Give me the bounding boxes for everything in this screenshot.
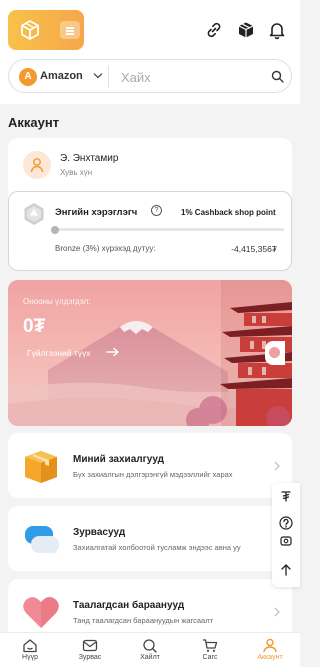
menu-item-title: Миний захиалгууд xyxy=(73,454,165,465)
nav-cart[interactable]: Сагс xyxy=(180,636,240,667)
level-progress-bar xyxy=(51,225,284,234)
help-icon[interactable]: ? xyxy=(151,205,162,216)
mail-icon xyxy=(82,639,98,652)
menu-item-subtitle: Бүх захиалгын дэлгэрэнгүй мэдээллийг хар… xyxy=(73,470,233,479)
nav-label: Аккаунт xyxy=(257,654,283,661)
store-selector[interactable]: Amazon xyxy=(40,70,83,82)
help-icon[interactable] xyxy=(279,516,293,530)
nav-label: Сагс xyxy=(202,654,218,661)
side-tab[interactable] xyxy=(265,341,285,365)
tugrik-icon[interactable] xyxy=(279,489,293,503)
chat-bubbles-icon xyxy=(25,526,59,555)
next-level-note: Bronze (3%) хүрэхэд дутуу: xyxy=(55,244,156,253)
arrow-up-icon[interactable] xyxy=(279,563,293,577)
menu-button[interactable] xyxy=(60,21,80,39)
balance-value: 0₮ xyxy=(23,316,46,337)
top-bar: A Amazon xyxy=(0,0,300,104)
app-logo[interactable] xyxy=(8,10,84,50)
bell-icon[interactable] xyxy=(267,20,287,40)
nav-messages[interactable]: Зурвас xyxy=(60,636,120,667)
user-icon xyxy=(30,158,44,173)
chevron-right-icon xyxy=(274,461,280,471)
transaction-history-link[interactable]: Гүйлгээний түүх xyxy=(27,348,91,358)
menu-item-subtitle: Танд таалагдсан бараануудын жагсаалт xyxy=(73,616,214,625)
level-badge-icon xyxy=(24,203,44,225)
search-input[interactable] xyxy=(121,65,261,89)
floating-action-rail xyxy=(272,483,300,587)
chevron-down-icon[interactable] xyxy=(93,72,103,80)
user-role: Хувь хүн xyxy=(60,168,93,177)
user-icon xyxy=(263,638,277,653)
menu-item-title: Зурвасууд xyxy=(73,527,126,538)
nav-label: Хайлт xyxy=(140,654,160,661)
chevron-right-icon xyxy=(274,607,280,617)
link-icon[interactable] xyxy=(204,20,224,40)
home-icon xyxy=(23,639,37,653)
nav-account[interactable]: Аккаунт xyxy=(240,636,300,667)
membership-level-box[interactable]: Энгийн хэрэглэгч ? 1% Cashback shop poin… xyxy=(8,191,292,271)
side-tab-dot xyxy=(269,347,280,358)
box-icon[interactable] xyxy=(236,20,256,40)
level-name: Энгийн хэрэглэгч xyxy=(55,207,138,218)
arrow-right-icon[interactable] xyxy=(106,347,120,357)
nav-label: Зурвас xyxy=(78,654,102,661)
menu-item-subtitle: Захиалгатай холбоотой тусламж эндээс авн… xyxy=(73,543,241,552)
avatar xyxy=(23,151,51,179)
bottom-navigation: Нүүр Зурвас Хайлт Сагс Аккаунт xyxy=(0,632,300,667)
profile-card[interactable]: Э. Энхтамир Хувь хүн Энгийн хэрэглэгч ? … xyxy=(8,138,292,271)
page-title: Аккаунт xyxy=(8,115,60,130)
menu-item-title: Таалагдсан бараанууд xyxy=(73,600,185,611)
search-bar: A Amazon xyxy=(8,59,292,93)
search-icon[interactable] xyxy=(271,70,284,83)
heart-icon xyxy=(23,597,59,628)
menu-item-messages[interactable]: Зурвасууд Захиалгатай холбоотой тусламж … xyxy=(8,506,292,571)
points-balance-card[interactable]: Онооны үлдэгдэл: 0₮ Гүйлгээний түүх xyxy=(8,280,292,426)
package-box-icon xyxy=(25,451,57,483)
next-level-amount: -4,415,356₮ xyxy=(231,244,277,254)
nav-label: Нүүр xyxy=(22,654,38,661)
cube-logo-icon xyxy=(21,19,39,41)
store-badge[interactable]: A xyxy=(19,68,37,86)
balance-label: Онооны үлдэгдэл: xyxy=(23,297,91,306)
cart-icon xyxy=(203,639,218,652)
menu-item-orders[interactable]: Миний захиалгууд Бүх захиалгын дэлгэрэнг… xyxy=(8,433,292,498)
nav-search[interactable]: Хайлт xyxy=(120,636,180,667)
cashback-rate: 1% Cashback shop point xyxy=(181,208,276,217)
search-icon xyxy=(143,639,157,653)
nav-home[interactable]: Нүүр xyxy=(0,636,60,667)
level-progress-dot xyxy=(51,225,59,234)
user-name: Э. Энхтамир xyxy=(60,153,119,164)
currency-exchange-icon[interactable] xyxy=(279,534,293,548)
search-divider xyxy=(108,66,109,88)
